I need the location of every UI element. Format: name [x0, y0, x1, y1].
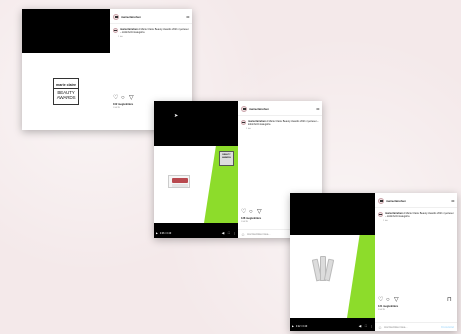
- divider: [375, 207, 457, 208]
- avatar[interactable]: [378, 198, 384, 204]
- comment-icon[interactable]: ○: [386, 297, 393, 304]
- heart-icon[interactable]: ♡: [241, 209, 248, 216]
- video-controls: ▶ 0:22 / 0:49 ◀) ⛶ ⋮: [290, 321, 375, 331]
- video-time: 0:22 / 0:49: [295, 324, 308, 328]
- avatar[interactable]: [113, 14, 119, 20]
- video-controls: ▶ 0:06 / 0:49 ◀) ⛶ ⋮: [154, 228, 238, 238]
- emoji-icon[interactable]: ☺: [378, 325, 382, 330]
- avatar[interactable]: [241, 106, 247, 112]
- view-count[interactable]: 128 megtekintés: [241, 217, 261, 220]
- fullscreen-icon[interactable]: ⛶: [228, 231, 230, 235]
- post-date: 1 HETE: [378, 309, 386, 311]
- product-image: [311, 255, 335, 282]
- mouse-cursor-icon: ➤: [174, 113, 179, 119]
- caption: marieclairehun A Marie Claire Beauty Awa…: [113, 27, 189, 39]
- product-image: [168, 175, 190, 188]
- divider: [110, 23, 192, 24]
- post-media[interactable]: marie claire BEAUTY AWARDS: [22, 9, 110, 130]
- account-handle[interactable]: marieclairehun: [386, 199, 406, 203]
- award-badge: BEAUTY AWARDS: [219, 151, 234, 166]
- heart-icon[interactable]: ♡: [113, 95, 120, 102]
- comment-input[interactable]: Hozzászólás írása...: [384, 326, 407, 329]
- share-icon[interactable]: ▽: [394, 297, 401, 304]
- logo-brand: marie claire: [54, 82, 78, 89]
- post-header: marieclairehun •••: [241, 105, 319, 113]
- fullscreen-icon[interactable]: ⛶: [365, 324, 367, 328]
- green-accent: [347, 235, 375, 318]
- share-icon[interactable]: ▽: [129, 95, 136, 102]
- comment-icon[interactable]: ○: [121, 95, 128, 102]
- caption: marieclairehun A Marie Claire Beauty Awa…: [241, 119, 319, 131]
- instagram-post-3: ▶ 0:22 / 0:49 ◀) ⛶ ⋮ marieclairehun ••• …: [290, 193, 457, 331]
- comment-input[interactable]: Hozzászólás írása...: [247, 233, 270, 236]
- heart-icon[interactable]: ♡: [378, 297, 385, 304]
- play-icon[interactable]: ▶: [156, 232, 158, 235]
- media-frame: marie claire BEAUTY AWARDS: [22, 53, 110, 130]
- post-date: 1 HETE: [241, 221, 249, 223]
- post-header: marieclairehun •••: [113, 13, 189, 21]
- volume-icon[interactable]: ◀): [222, 231, 225, 235]
- more-icon[interactable]: ⋮: [233, 231, 236, 235]
- comment-icon[interactable]: ○: [249, 209, 256, 216]
- account-handle[interactable]: marieclairehun: [121, 15, 141, 19]
- more-icon[interactable]: •••: [316, 107, 319, 111]
- more-icon[interactable]: ⋮: [370, 324, 373, 328]
- bookmark-icon[interactable]: ⊓: [447, 297, 454, 304]
- view-count[interactable]: 121 megtekintés: [378, 305, 398, 308]
- time-ago: 1 hét: [246, 128, 251, 131]
- post-header: marieclairehun •••: [378, 197, 454, 205]
- post-video[interactable]: ▶ 0:22 / 0:49 ◀) ⛶ ⋮: [290, 193, 375, 331]
- logo-line-2: AWARDS: [56, 94, 76, 100]
- time-ago: 1 hét: [383, 220, 388, 223]
- post-date: 1 HETE: [113, 107, 121, 109]
- account-handle[interactable]: marieclairehun: [249, 107, 269, 111]
- more-icon[interactable]: •••: [451, 199, 454, 203]
- more-icon[interactable]: •••: [186, 15, 189, 19]
- post-video[interactable]: ➤ BEAUTY AWARDS ▶ 0:06 / 0:49 ◀) ⛶ ⋮: [154, 101, 238, 238]
- time-ago: 1 hét: [118, 36, 123, 39]
- video-time: 0:06 / 0:49: [159, 231, 172, 235]
- beauty-awards-logo: marie claire BEAUTY AWARDS: [53, 78, 79, 105]
- play-icon[interactable]: ▶: [292, 325, 294, 328]
- post-panel: marieclairehun ••• marieclairehun A Mari…: [375, 193, 457, 331]
- share-icon[interactable]: ▽: [257, 209, 264, 216]
- action-bar: ♡ ○ ▽ ⊓: [378, 297, 454, 304]
- comment-box: ☺ Hozzászólás írása... Közzététel: [375, 322, 457, 331]
- view-count[interactable]: 102 megtekintés: [113, 103, 133, 106]
- post-comment-button[interactable]: Közzététel: [441, 326, 454, 329]
- video-frame: BEAUTY AWARDS: [154, 146, 238, 223]
- caption: marieclairehun A Marie Claire Beauty Awa…: [378, 211, 454, 223]
- volume-icon[interactable]: ◀): [359, 324, 362, 328]
- video-frame: [290, 235, 375, 318]
- emoji-icon[interactable]: ☺: [241, 232, 245, 237]
- divider: [238, 115, 322, 116]
